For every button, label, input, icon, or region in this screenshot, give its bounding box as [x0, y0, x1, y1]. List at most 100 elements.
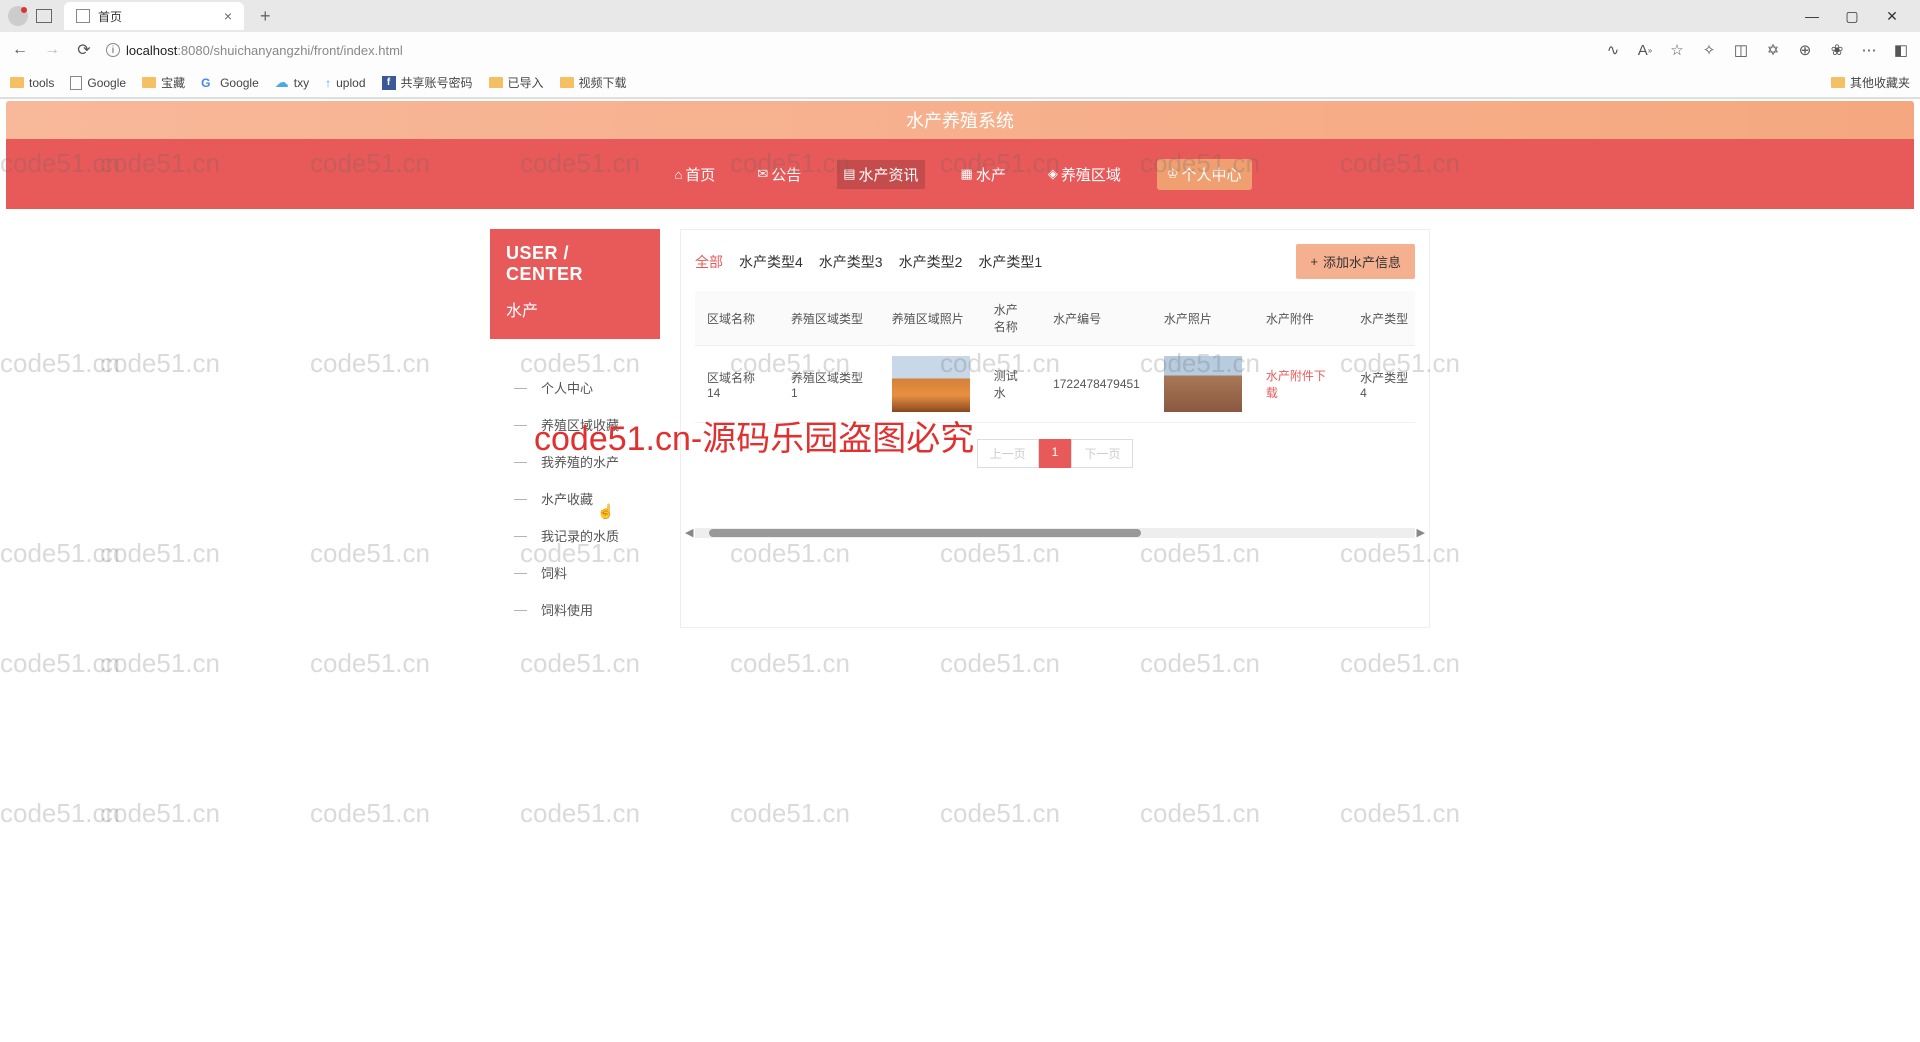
maximize-icon[interactable]: ▢ [1842, 8, 1862, 25]
page-icon [76, 9, 90, 23]
watermark-text: code51.cn [520, 798, 640, 829]
filter-tabs: 全部 水产类型4 水产类型3 水产类型2 水产类型1 [695, 252, 1042, 272]
watermark-text: code51.cn [940, 798, 1060, 829]
browser-tab[interactable]: 首页 × [64, 2, 244, 30]
sidebar-header: USER / CENTER 水产 [490, 229, 660, 339]
bookmark-txy[interactable]: ☁txy [275, 74, 309, 91]
minimize-icon[interactable]: — [1802, 8, 1822, 25]
cell-area-type: 养殖区域类型1 [779, 346, 880, 423]
watermark-text: code51.cn [100, 798, 220, 829]
nav-aqua[interactable]: ▦水产 [955, 160, 1012, 189]
read-aloud-icon[interactable]: ∿ [1604, 41, 1622, 59]
horizontal-scrollbar[interactable]: ◀ ▶ [695, 528, 1415, 538]
add-aqua-button[interactable]: +添加水产信息 [1296, 244, 1415, 279]
menu-feed[interactable]: —饲料 [490, 554, 660, 591]
table-scroll[interactable]: 区域名称 养殖区域类型 养殖区域照片 水产名称 水产编号 水产照片 水产附件 水… [695, 291, 1415, 423]
home-icon: ⌂ [674, 167, 682, 182]
watermark-text: code51.cn [1140, 798, 1260, 829]
watermark-text: code51.cn [0, 798, 120, 829]
bookmark-google2[interactable]: GGoogle [201, 76, 259, 90]
bookmark-baozang[interactable]: 宝藏 [142, 74, 185, 91]
menu-user-center[interactable]: —个人中心 [490, 369, 660, 406]
address-bar: ← → ⟳ i localhost:8080/shuichanyangzhi/f… [0, 32, 1920, 68]
area-image[interactable] [892, 356, 970, 412]
watermark-text: code51.cn [1140, 648, 1260, 679]
col-area-photo: 养殖区域照片 [880, 291, 982, 346]
bookmark-import[interactable]: 已导入 [489, 74, 544, 91]
tab-close-icon[interactable]: × [224, 8, 232, 24]
attach-link[interactable]: 水产附件下载 [1266, 369, 1326, 400]
bookmark-google[interactable]: Google [70, 76, 126, 90]
aqua-table: 区域名称 养殖区域类型 养殖区域照片 水产名称 水产编号 水产照片 水产附件 水… [695, 291, 1415, 423]
sidebar-icon[interactable]: ◧ [1892, 41, 1910, 59]
menu-water-record[interactable]: —我记录的水质 [490, 517, 660, 554]
bookmark-video[interactable]: 视频下载 [560, 74, 627, 91]
ext2-icon[interactable]: ❀ [1828, 41, 1846, 59]
bookmark-share[interactable]: f共享账号密码 [382, 74, 473, 91]
scroll-right-icon[interactable]: ▶ [1417, 526, 1425, 539]
profile-avatar[interactable] [8, 6, 28, 26]
col-area-name: 区域名称 [695, 291, 779, 346]
prev-page-button[interactable]: 上一页 [977, 439, 1039, 468]
menu-aqua-fav[interactable]: —水产收藏 [490, 480, 660, 517]
page-1-button[interactable]: 1 [1039, 439, 1072, 468]
watermark-text: code51.cn [0, 648, 120, 679]
table-row[interactable]: 区域名称14 养殖区域类型1 测试水 1722478479451 水产附件下载 … [695, 346, 1415, 423]
filter-type2[interactable]: 水产类型2 [899, 252, 963, 272]
back-icon[interactable]: ← [10, 41, 30, 59]
extensions-icon[interactable]: ✧ [1700, 41, 1718, 59]
aqua-image[interactable] [1164, 356, 1242, 412]
menu-my-aqua[interactable]: —我养殖的水产 [490, 443, 660, 480]
watermark-text: code51.cn [940, 648, 1060, 679]
nav-user-center[interactable]: ♔个人中心 [1157, 159, 1252, 190]
scrollbar-thumb[interactable] [709, 529, 1141, 537]
col-aqua-name: 水产名称 [982, 291, 1041, 346]
site-info-icon[interactable]: i [106, 43, 120, 57]
scroll-left-icon[interactable]: ◀ [685, 526, 693, 539]
user-icon: ♔ [1167, 166, 1179, 182]
split-icon[interactable]: ◫ [1732, 41, 1750, 59]
sidebar-subtitle: 水产 [506, 297, 644, 321]
nav-news[interactable]: ▤水产资讯 [837, 160, 924, 189]
nav-home[interactable]: ⌂首页 [668, 160, 721, 189]
cell-aqua-code: 1722478479451 [1041, 346, 1152, 423]
url-input[interactable]: i localhost:8080/shuichanyangzhi/front/i… [106, 43, 1592, 58]
text-size-icon[interactable]: A» [1636, 41, 1654, 59]
watermark-text: code51.cn [310, 648, 430, 679]
new-tab-button[interactable]: + [260, 6, 271, 27]
filter-type4[interactable]: 水产类型4 [739, 252, 803, 272]
menu-area-fav[interactable]: —养殖区域收藏 [490, 406, 660, 443]
nav-area[interactable]: ◈养殖区域 [1042, 160, 1127, 189]
col-attach: 水产附件 [1254, 291, 1348, 346]
watermark-text: code51.cn [310, 798, 430, 829]
news-icon: ▤ [843, 166, 855, 182]
favorite-icon[interactable]: ☆ [1668, 41, 1686, 59]
sidebar-menu: —个人中心 —养殖区域收藏 —我养殖的水产 —水产收藏 —我记录的水质 —饲料 … [490, 369, 660, 628]
nav-notice[interactable]: ✉公告 [751, 160, 807, 189]
cell-aqua-photo [1152, 346, 1254, 423]
bookmark-tools[interactable]: tools [10, 76, 54, 90]
downloads-icon[interactable]: ⊕ [1796, 41, 1814, 59]
bookmark-uplod[interactable]: ↑uplod [325, 76, 365, 90]
refresh-icon[interactable]: ⟳ [74, 40, 94, 60]
tab-overview-icon[interactable] [36, 9, 52, 23]
watermark-text: code51.cn [1340, 798, 1460, 829]
title-bar: 首页 × + — ▢ ✕ [0, 0, 1920, 32]
bookmark-other[interactable]: 其他收藏夹 [1831, 74, 1910, 91]
site-banner: 水产养殖系统 [6, 101, 1914, 139]
filter-type3[interactable]: 水产类型3 [819, 252, 883, 272]
menu-feed-use[interactable]: —饲料使用 [490, 591, 660, 628]
aqua-icon: ▦ [961, 166, 973, 182]
forward-icon: → [42, 41, 62, 59]
close-window-icon[interactable]: ✕ [1882, 8, 1902, 25]
cell-aqua-type: 水产类型4 [1348, 346, 1415, 423]
cell-area-name: 区域名称14 [695, 346, 779, 423]
area-icon: ◈ [1048, 166, 1058, 182]
watermark-text: code51.cn [730, 648, 850, 679]
filter-type1[interactable]: 水产类型1 [978, 252, 1042, 272]
cursor-pointer-icon: ☝ [597, 503, 614, 520]
collections-icon[interactable]: ✡ [1764, 41, 1782, 59]
menu-icon[interactable]: ⋯ [1860, 41, 1878, 59]
next-page-button[interactable]: 下一页 [1071, 439, 1133, 468]
filter-all[interactable]: 全部 [695, 252, 723, 272]
